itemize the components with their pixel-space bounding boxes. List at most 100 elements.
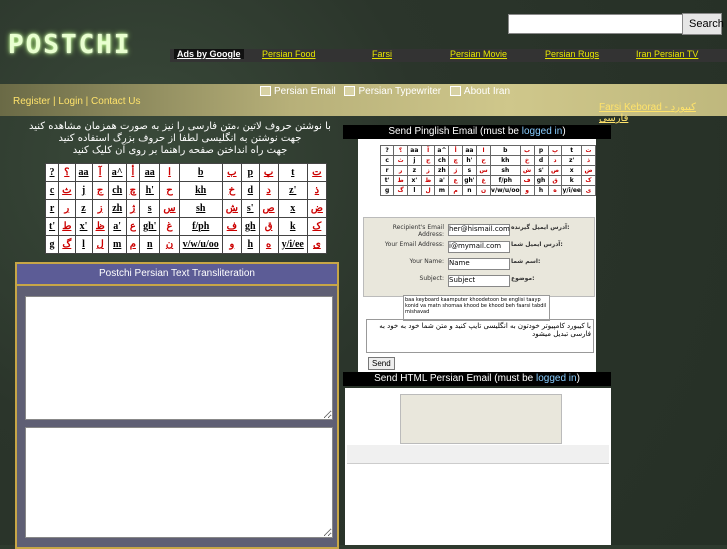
persian-key[interactable]: ل (420, 185, 436, 196)
nav-persian-typewriter[interactable]: Persian Typewriter (344, 86, 441, 97)
latin-key[interactable]: k (561, 175, 582, 186)
persian-key[interactable]: ت (306, 163, 327, 182)
persian-key[interactable]: س (159, 199, 180, 218)
persian-key[interactable]: چ (448, 155, 463, 166)
latin-key[interactable]: aa (139, 163, 161, 182)
latin-key[interactable]: h' (461, 155, 478, 166)
persian-key[interactable]: ؟ (393, 145, 408, 156)
latin-key[interactable]: l (74, 235, 93, 254)
latin-key[interactable]: t (561, 145, 582, 156)
persian-key[interactable]: ک (306, 217, 327, 236)
latin-key[interactable]: a^ (107, 163, 127, 182)
latin-key[interactable]: t (277, 163, 308, 182)
latin-key[interactable]: y/i/ee (561, 185, 582, 196)
latin-key[interactable]: z (74, 199, 93, 218)
latin-input-textarea[interactable] (25, 296, 333, 420)
latin-key[interactable]: s' (240, 199, 260, 218)
persian-key[interactable]: ظ (91, 217, 109, 236)
persian-key[interactable]: ژ (125, 199, 141, 218)
send-button[interactable]: Send (368, 357, 395, 370)
persian-key[interactable]: ژ (448, 165, 463, 176)
persian-key[interactable]: ا (159, 163, 180, 182)
latin-key[interactable]: h (240, 235, 260, 254)
search-input[interactable] (508, 14, 684, 34)
persian-key[interactable]: ش (221, 199, 242, 218)
latin-key[interactable]: s (461, 165, 478, 176)
latin-key[interactable]: v/w/u/oo (490, 185, 521, 196)
latin-key[interactable]: c (44, 181, 60, 200)
persian-key[interactable]: ذ (306, 181, 327, 200)
latin-key[interactable]: s' (533, 165, 549, 176)
persian-key[interactable]: ک (580, 175, 597, 186)
latin-key[interactable]: r (44, 199, 60, 218)
persian-key[interactable]: أ (448, 145, 463, 156)
latin-key[interactable]: n (461, 185, 478, 196)
latin-key[interactable]: kh (490, 155, 521, 166)
persian-output-textarea[interactable] (25, 427, 333, 538)
sender-email-field[interactable]: i@mymail.com (448, 241, 510, 253)
latin-key[interactable]: z (406, 165, 422, 176)
logged-in-link[interactable]: logged in (522, 126, 563, 137)
latin-key[interactable]: n (139, 235, 161, 254)
persian-key[interactable]: ث (393, 155, 408, 166)
latin-key[interactable]: b (178, 163, 223, 182)
persian-key[interactable]: ح (476, 155, 492, 166)
persian-key[interactable]: ظ (420, 175, 436, 186)
latin-key[interactable]: g (44, 235, 60, 254)
persian-key[interactable]: أ (125, 163, 141, 182)
latin-key[interactable]: ? (379, 145, 395, 156)
name-field[interactable]: Name (448, 258, 510, 270)
latin-key[interactable]: k (277, 217, 308, 236)
persian-key[interactable]: ض (580, 165, 597, 176)
latin-key[interactable]: m (434, 185, 450, 196)
persian-key[interactable]: ق (258, 217, 279, 236)
persian-key[interactable]: م (448, 185, 463, 196)
latin-key[interactable]: gh' (461, 175, 478, 186)
persian-key[interactable]: ل (91, 235, 109, 254)
latin-key[interactable]: f/ph (178, 217, 223, 236)
latin-key[interactable]: y/i/ee (277, 235, 308, 254)
persian-key[interactable]: ف (221, 217, 242, 236)
search-button[interactable]: Search (682, 13, 724, 35)
persian-key[interactable]: گ (58, 235, 76, 254)
persian-key[interactable]: ص (258, 199, 279, 218)
contact-link[interactable]: Contact Us (91, 96, 140, 107)
latin-key[interactable]: a^ (434, 145, 450, 156)
latin-key[interactable]: h (533, 185, 549, 196)
persian-key[interactable]: ح (159, 181, 180, 200)
persian-key[interactable]: ع (125, 217, 141, 236)
latin-key[interactable]: c (379, 155, 395, 166)
persian-key[interactable]: ر (393, 165, 408, 176)
nav-persian-email[interactable]: Persian Email (260, 86, 336, 97)
latin-key[interactable]: x' (406, 175, 422, 186)
latin-key[interactable]: gh (240, 217, 260, 236)
latin-key[interactable]: d (240, 181, 260, 200)
persian-key[interactable]: ؟ (58, 163, 76, 182)
latin-key[interactable]: x (561, 165, 582, 176)
latin-key[interactable]: f/ph (490, 175, 521, 186)
latin-key[interactable]: z' (561, 155, 582, 166)
latin-key[interactable]: l (406, 185, 422, 196)
latin-key[interactable]: s (139, 199, 161, 218)
persian-key[interactable]: ه (258, 235, 279, 254)
logged-in-link[interactable]: logged in (536, 373, 577, 384)
latin-key[interactable]: x' (74, 217, 93, 236)
latin-key[interactable]: a' (107, 217, 127, 236)
latin-key[interactable]: kh (178, 181, 223, 200)
persian-key[interactable]: ه (547, 185, 563, 196)
latin-key[interactable]: j (406, 155, 422, 166)
persian-key[interactable]: ش (519, 165, 535, 176)
persian-key[interactable]: م (125, 235, 141, 254)
login-link[interactable]: Login (58, 96, 82, 107)
persian-key[interactable]: غ (159, 217, 180, 236)
persian-key[interactable]: و (519, 185, 535, 196)
persian-key[interactable]: ر (58, 199, 76, 218)
persian-key[interactable]: خ (221, 181, 242, 200)
latin-key[interactable]: v/w/u/oo (178, 235, 223, 254)
latin-key[interactable]: g (379, 185, 395, 196)
persian-key[interactable]: ا (476, 145, 492, 156)
persian-key[interactable]: و (221, 235, 242, 254)
latin-key[interactable]: p (533, 145, 549, 156)
persian-key[interactable]: آ (91, 163, 109, 182)
latin-key[interactable]: zh (434, 165, 450, 176)
